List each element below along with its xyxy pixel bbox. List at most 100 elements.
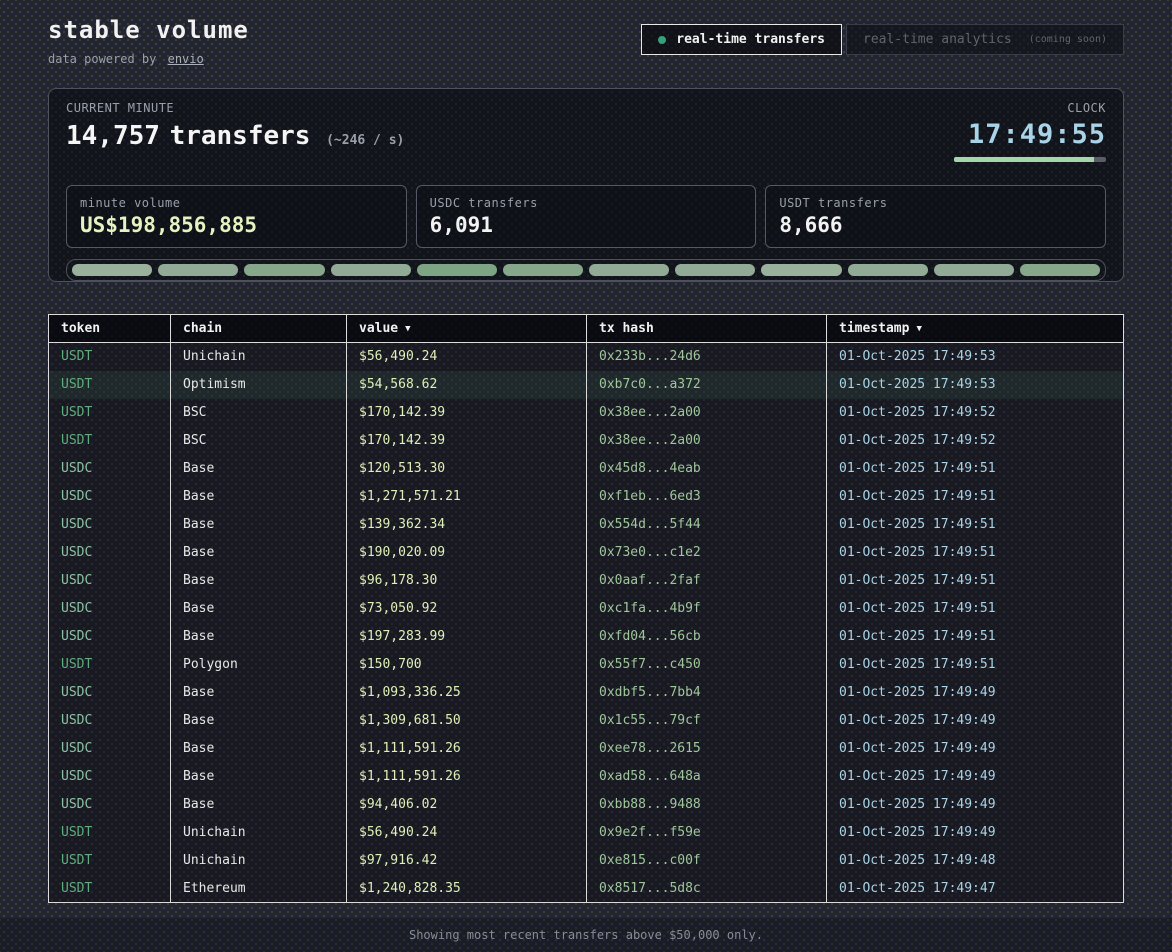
tx-hash-link[interactable]: 0x0aaf...2faf (587, 567, 827, 595)
volume-segment (417, 264, 497, 276)
tx-hash-link[interactable]: 0x233b...24d6 (587, 343, 827, 371)
volume-segment (158, 264, 238, 276)
token-cell: USDC (49, 595, 171, 623)
column-label: chain (183, 321, 222, 336)
table-row: USDCBase$1,093,336.250xdbf5...7bb401-Oct… (49, 679, 1124, 707)
table-row: USDTEthereum$1,240,828.350x8517...5d8c01… (49, 875, 1124, 903)
tx-hash-link[interactable]: 0xfd04...56cb (587, 623, 827, 651)
tx-hash-link[interactable]: 0xad58...648a (587, 763, 827, 791)
chain-cell: Base (171, 679, 347, 707)
volume-segment (934, 264, 1014, 276)
volume-segment (589, 264, 669, 276)
timestamp-cell: 01-Oct-2025 17:49:51 (827, 623, 1124, 651)
token-cell: USDC (49, 455, 171, 483)
timestamp-cell: 01-Oct-2025 17:49:53 (827, 371, 1124, 399)
footer-bar: Showing most recent transfers above $50,… (0, 918, 1172, 952)
minute-progress-bar (954, 157, 1106, 162)
tab-realtime-transfers[interactable]: real-time transfers (641, 24, 842, 55)
chain-cell: Unichain (171, 819, 347, 847)
value-cell: $1,093,336.25 (347, 679, 587, 707)
tx-hash-link[interactable]: 0x554d...5f44 (587, 511, 827, 539)
value-cell: $139,362.34 (347, 511, 587, 539)
timestamp-cell: 01-Oct-2025 17:49:49 (827, 791, 1124, 819)
value-cell: $97,916.42 (347, 847, 587, 875)
token-cell: USDT (49, 427, 171, 455)
tx-hash-link[interactable]: 0xee78...2615 (587, 735, 827, 763)
value-cell: $1,309,681.50 (347, 707, 587, 735)
value-cell: $96,178.30 (347, 567, 587, 595)
token-cell: USDC (49, 511, 171, 539)
chain-cell: Base (171, 595, 347, 623)
column-header-timestamp[interactable]: timestamp▼ (827, 315, 1124, 343)
tx-hash-link[interactable]: 0x38ee...2a00 (587, 399, 827, 427)
column-header-chain: chain (171, 315, 347, 343)
tx-hash-link[interactable]: 0x73e0...c1e2 (587, 539, 827, 567)
token-cell: USDT (49, 371, 171, 399)
tx-hash-link[interactable]: 0x55f7...c450 (587, 651, 827, 679)
token-cell: USDC (49, 735, 171, 763)
clock-label: CLOCK (954, 101, 1106, 115)
timestamp-cell: 01-Oct-2025 17:49:48 (827, 847, 1124, 875)
tx-hash-link[interactable]: 0x38ee...2a00 (587, 427, 827, 455)
timestamp-cell: 01-Oct-2025 17:49:49 (827, 819, 1124, 847)
token-cell: USDC (49, 791, 171, 819)
value-cell: $56,490.24 (347, 819, 587, 847)
tx-hash-link[interactable]: 0x9e2f...f59e (587, 819, 827, 847)
chain-cell: Base (171, 455, 347, 483)
tx-hash-link[interactable]: 0xe815...c00f (587, 847, 827, 875)
envio-link[interactable]: envio (168, 52, 204, 66)
timestamp-cell: 01-Oct-2025 17:49:49 (827, 735, 1124, 763)
minute-volume-label: minute volume (80, 196, 393, 210)
table-row: USDCBase$120,513.300x45d8...4eab01-Oct-2… (49, 455, 1124, 483)
transfers-summary: CURRENT MINUTE 14,757 transfers (~246 / … (66, 101, 404, 151)
volume-segment (1020, 264, 1100, 276)
token-cell: USDC (49, 567, 171, 595)
table-row: USDCBase$96,178.300x0aaf...2faf01-Oct-20… (49, 567, 1124, 595)
timestamp-cell: 01-Oct-2025 17:49:49 (827, 679, 1124, 707)
table-row: USDCBase$139,362.340x554d...5f4401-Oct-2… (49, 511, 1124, 539)
chain-cell: BSC (171, 427, 347, 455)
volume-segment (503, 264, 583, 276)
transfers-count: 14,757 (66, 121, 160, 151)
value-cell: $56,490.24 (347, 343, 587, 371)
chain-cell: Base (171, 539, 347, 567)
chain-cell: Base (171, 483, 347, 511)
tx-hash-link[interactable]: 0x8517...5d8c (587, 875, 827, 903)
volume-segment (848, 264, 928, 276)
clock-time: 17:49:55 (954, 119, 1106, 150)
column-header-value[interactable]: value▼ (347, 315, 587, 343)
timestamp-cell: 01-Oct-2025 17:49:51 (827, 455, 1124, 483)
value-cell: $73,050.92 (347, 595, 587, 623)
tx-hash-link[interactable]: 0x1c55...79cf (587, 707, 827, 735)
token-cell: USDT (49, 847, 171, 875)
timestamp-cell: 01-Oct-2025 17:49:49 (827, 707, 1124, 735)
minute-volume-box: minute volume US$198,856,885 (66, 185, 407, 248)
minute-progress-fill (954, 157, 1094, 162)
tx-hash-link[interactable]: 0xc1fa...4b9f (587, 595, 827, 623)
tx-hash-link[interactable]: 0xbb88...9488 (587, 791, 827, 819)
table-row: USDTPolygon$150,7000x55f7...c45001-Oct-2… (49, 651, 1124, 679)
chain-cell: Optimism (171, 371, 347, 399)
chain-cell: Base (171, 763, 347, 791)
sort-desc-icon: ▼ (405, 324, 410, 334)
stat-boxes: minute volume US$198,856,885 USDC transf… (66, 185, 1106, 248)
tx-hash-link[interactable]: 0xf1eb...6ed3 (587, 483, 827, 511)
usdc-transfers-box: USDC transfers 6,091 (416, 185, 757, 248)
chain-cell: Base (171, 791, 347, 819)
usdt-transfers-box: USDT transfers 8,666 (765, 185, 1106, 248)
table-row: USDCBase$73,050.920xc1fa...4b9f01-Oct-20… (49, 595, 1124, 623)
chain-cell: Base (171, 707, 347, 735)
tx-hash-link[interactable]: 0x45d8...4eab (587, 455, 827, 483)
tab-realtime-analytics[interactable]: real-time analytics (coming soon) (846, 24, 1124, 55)
usdt-transfers-value: 8,666 (779, 213, 1092, 237)
chain-cell: Ethereum (171, 875, 347, 903)
tx-hash-link[interactable]: 0xb7c0...a372 (587, 371, 827, 399)
tab-label: real-time transfers (676, 32, 825, 47)
timestamp-cell: 01-Oct-2025 17:49:51 (827, 539, 1124, 567)
clock-block: CLOCK 17:49:55 (954, 101, 1106, 162)
powered-by-text: data powered by (48, 52, 156, 66)
transfers-unit: transfers (170, 121, 311, 151)
column-label: timestamp (839, 321, 909, 336)
tx-hash-link[interactable]: 0xdbf5...7bb4 (587, 679, 827, 707)
timestamp-cell: 01-Oct-2025 17:49:51 (827, 595, 1124, 623)
